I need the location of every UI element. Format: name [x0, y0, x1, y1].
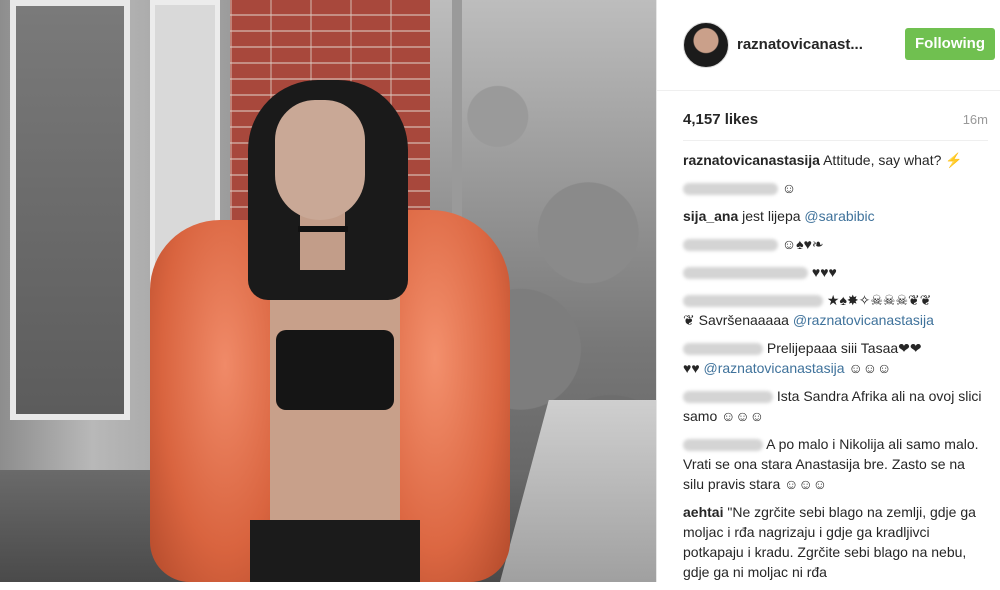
blurred-username — [683, 295, 823, 308]
post-time: 16m — [962, 112, 988, 127]
username[interactable]: raznatovicanast... — [737, 36, 863, 53]
blurred-username — [683, 439, 763, 452]
comment-item: ☺ — [683, 178, 989, 198]
likes-count[interactable]: 4,157 likes — [683, 111, 758, 128]
photo-window — [10, 0, 130, 420]
blurred-username — [683, 343, 763, 356]
avatar[interactable] — [683, 22, 729, 68]
photo-face — [275, 100, 365, 220]
comment-text: Prelijepaaa siii Tasaa❤❤ — [766, 340, 922, 356]
comment-item: ☺♠♥❧ — [683, 234, 989, 254]
comment-item: A po malo i Nikolija ali samo malo. Vrat… — [683, 434, 989, 494]
post-frame: raznatovicanast... Following 4,157 likes… — [0, 0, 1000, 582]
comment-text: ☺☺☺ — [848, 360, 892, 376]
comment-text: "Ne zgrčite sebi blago na zemlji, gdje g… — [683, 504, 976, 580]
comment-text: ❦ Savršenaaaaa — [683, 312, 789, 328]
comment-item: ♥♥♥ — [683, 262, 989, 282]
photo-crop-top — [276, 330, 394, 410]
comment-user[interactable]: aehtai — [683, 504, 723, 520]
post-header: raznatovicanast... Following — [657, 0, 1000, 91]
comment-text: ♥♥ — [683, 360, 700, 376]
divider — [683, 140, 988, 141]
comment-text: jest lijepa — [742, 208, 801, 224]
photo-choker — [298, 226, 348, 232]
comment-text: ★♠✸✧☠☠☠❦❦ — [826, 292, 932, 308]
comment-item: sija_ana jest lijepa @sarabibic — [683, 206, 989, 226]
blurred-username — [683, 267, 808, 280]
comment-text: ☺ — [781, 180, 797, 196]
comment-mention[interactable]: @sarabibic — [804, 208, 874, 224]
blurred-username — [683, 391, 773, 404]
comment-text: Attitude, say what? ⚡ — [823, 152, 963, 168]
blurred-username — [683, 183, 778, 196]
comment-list: raznatovicanastasija Attitude, say what?… — [683, 150, 989, 590]
comment-item: ★♠✸✧☠☠☠❦❦ ❦ Savršenaaaaa @raznatovicanas… — [683, 290, 989, 330]
comment-caption: raznatovicanastasija Attitude, say what?… — [683, 150, 989, 170]
comment-item: Ista Sandra Afrika ali na ovoj slici sam… — [683, 386, 989, 426]
comment-item: aehtai "Ne zgrčite sebi blago na zemlji,… — [683, 502, 989, 582]
comment-text: ☺♠♥❧ — [781, 236, 824, 252]
comment-user[interactable]: raznatovicanastasija — [683, 152, 820, 168]
comment-text: ♥♥♥ — [811, 264, 837, 280]
comment-item: Prelijepaaa siii Tasaa❤❤ ♥♥ @raznatovica… — [683, 338, 989, 378]
blurred-username — [683, 239, 778, 252]
comment-user[interactable]: sija_ana — [683, 208, 738, 224]
comment-mention[interactable]: @raznatovicanastasija — [704, 360, 845, 376]
post-photo[interactable] — [0, 0, 656, 582]
post-side-panel: raznatovicanast... Following 4,157 likes… — [656, 0, 1000, 582]
comment-mention[interactable]: @raznatovicanastasija — [793, 312, 934, 328]
photo-pants — [250, 520, 420, 582]
following-button[interactable]: Following — [905, 28, 995, 60]
